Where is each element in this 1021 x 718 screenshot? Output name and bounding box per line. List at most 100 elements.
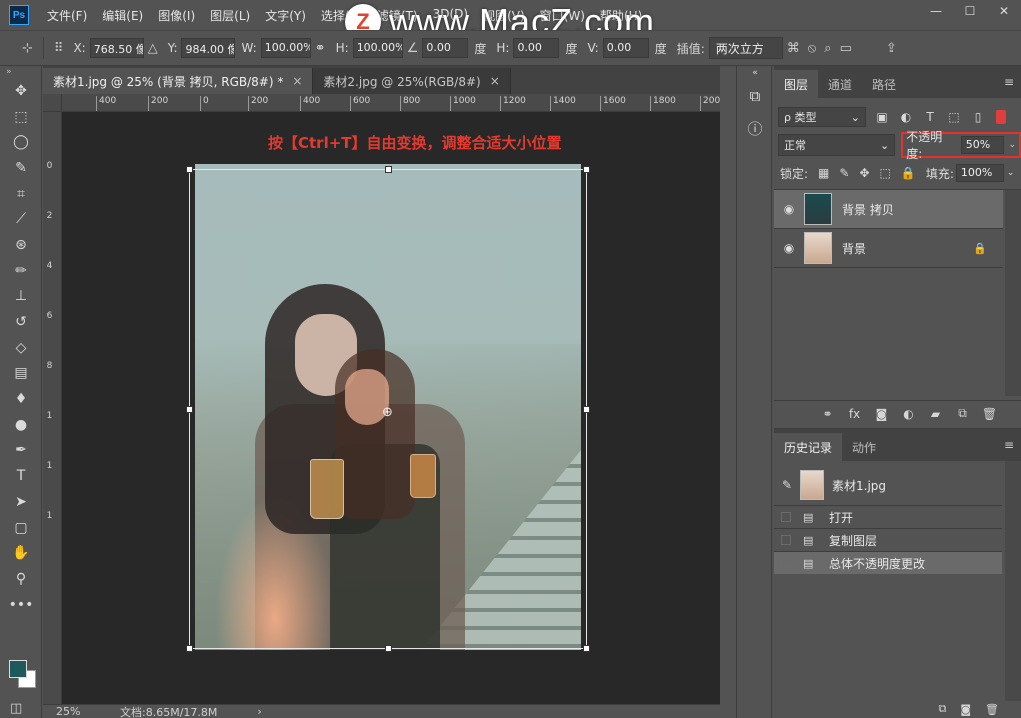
- delete-state-icon[interactable]: 🗑: [985, 703, 999, 716]
- share-icon[interactable]: ⇪: [886, 41, 897, 56]
- opacity-slider-chevron-icon[interactable]: ⌄: [1008, 140, 1016, 150]
- zoom-tool-icon[interactable]: ⚲: [0, 566, 42, 592]
- menu-select[interactable]: 选择(S): [321, 7, 362, 24]
- eyedropper-tool-icon[interactable]: ⟋: [0, 206, 42, 232]
- history-item[interactable]: ▤ 复制图层: [774, 528, 1002, 551]
- properties-panel-icon[interactable]: ⧉: [737, 80, 773, 112]
- new-layer-icon[interactable]: ⧉: [949, 406, 976, 421]
- filter-type-icon[interactable]: T: [922, 110, 938, 124]
- menu-filter[interactable]: 滤镜(T): [377, 7, 418, 24]
- lock-image-icon[interactable]: ✎: [839, 166, 849, 180]
- new-snapshot-icon[interactable]: ◙: [960, 703, 971, 716]
- toolbar-collapse-icon[interactable]: »: [0, 66, 41, 78]
- crop-tool-icon[interactable]: ⌗: [0, 181, 42, 207]
- filter-shape-icon[interactable]: ⬚: [946, 110, 962, 124]
- transform-handle-bottom-left[interactable]: [186, 645, 193, 652]
- type-tool-icon[interactable]: T: [0, 463, 42, 489]
- transform-handle-top-right[interactable]: [583, 166, 590, 173]
- transform-handle-top-left[interactable]: [186, 166, 193, 173]
- tab-channels[interactable]: 通道: [818, 70, 862, 98]
- close-tab-icon[interactable]: ×: [292, 74, 302, 88]
- hskew-field[interactable]: 0.00: [513, 38, 560, 58]
- history-item-current[interactable]: ▤ 总体不透明度更改: [774, 551, 1002, 574]
- fill-field[interactable]: 100%: [955, 164, 1004, 182]
- more-tools-icon[interactable]: •••: [0, 592, 42, 618]
- visibility-eye-icon[interactable]: ◉: [774, 202, 804, 216]
- w-field[interactable]: 100.00%: [260, 38, 311, 58]
- angle-field[interactable]: 0.00: [422, 38, 469, 58]
- eraser-tool-icon[interactable]: ◇: [0, 335, 42, 361]
- cancel-transform-icon[interactable]: ⦸: [808, 41, 816, 56]
- layer-row-background-copy[interactable]: ◉ 背景 拷贝: [774, 190, 1003, 229]
- menu-help[interactable]: 帮助(H): [600, 7, 642, 24]
- history-checkbox[interactable]: [781, 558, 791, 568]
- link-icon[interactable]: ⚭: [315, 41, 326, 56]
- history-checkbox[interactable]: [781, 512, 791, 522]
- y-field[interactable]: 984.00 像素: [181, 38, 236, 58]
- history-brush-source-icon[interactable]: ✎: [774, 478, 800, 492]
- history-checkbox[interactable]: [781, 535, 791, 545]
- new-group-icon[interactable]: ▰: [922, 407, 949, 421]
- hand-tool-icon[interactable]: ✋: [0, 540, 42, 566]
- lock-position-icon[interactable]: ✥: [859, 166, 869, 180]
- close-tab-icon[interactable]: ×: [490, 74, 500, 88]
- zoom-level[interactable]: 25%: [56, 705, 106, 718]
- menu-window[interactable]: 窗口(W): [540, 7, 585, 24]
- document-tab-1[interactable]: 素材1.jpg @ 25% (背景 拷贝, RGB/8#) * ×: [43, 68, 314, 94]
- lock-artboard-icon[interactable]: ⬚: [880, 166, 891, 180]
- menu-file[interactable]: 文件(F): [47, 7, 87, 24]
- link-layers-icon[interactable]: ⚭: [814, 407, 841, 421]
- transform-handle-bottom[interactable]: [385, 645, 392, 652]
- menu-view[interactable]: 视图(V): [483, 7, 525, 24]
- panel-menu-icon[interactable]: ≡: [1004, 438, 1014, 452]
- new-document-from-state-icon[interactable]: ⧉: [938, 702, 946, 716]
- gradient-tool-icon[interactable]: ▤: [0, 361, 42, 387]
- close-button[interactable]: ✕: [987, 0, 1021, 22]
- visibility-eye-icon[interactable]: ◉: [774, 241, 804, 255]
- lasso-tool-icon[interactable]: ◯: [0, 129, 42, 155]
- transform-handle-right[interactable]: [583, 406, 590, 413]
- filter-smart-object-icon[interactable]: ▯: [970, 110, 986, 124]
- transform-handle-bottom-right[interactable]: [583, 645, 590, 652]
- lock-all-icon[interactable]: 🔒: [901, 166, 916, 180]
- tab-history[interactable]: 历史记录: [774, 433, 843, 461]
- history-scrollbar[interactable]: [1005, 461, 1021, 701]
- tab-paths[interactable]: 路径: [862, 70, 906, 98]
- filter-adjustment-icon[interactable]: ◐: [898, 110, 914, 124]
- history-item[interactable]: ▤ 打开: [774, 505, 1002, 528]
- layers-scrollbar[interactable]: [1005, 190, 1021, 396]
- reference-point-icon[interactable]: ⠿: [54, 41, 64, 56]
- transform-handle-top[interactable]: [385, 166, 392, 173]
- foreground-color-swatch[interactable]: [9, 660, 27, 678]
- pen-tool-icon[interactable]: ✒: [0, 438, 42, 464]
- layer-filter-select[interactable]: ρ 类型 ⌄: [778, 107, 866, 127]
- menu-type[interactable]: 文字(Y): [265, 7, 306, 24]
- add-mask-icon[interactable]: ◙: [868, 407, 895, 421]
- delta-icon[interactable]: △: [148, 41, 158, 56]
- canvas-area[interactable]: 按【Ctrl+T】自由变换，调整合适大小位置 ⊕: [62, 112, 720, 704]
- move-tool-icon[interactable]: ✥: [0, 78, 42, 104]
- quick-select-tool-icon[interactable]: ✎: [0, 155, 42, 181]
- path-select-tool-icon[interactable]: ➤: [0, 489, 42, 515]
- fill-chevron-icon[interactable]: ⌄: [1007, 168, 1015, 178]
- h-field[interactable]: 100.00%: [352, 38, 403, 58]
- menu-3d[interactable]: 3D(D): [433, 7, 468, 24]
- adjustment-layer-icon[interactable]: ◐: [895, 407, 922, 421]
- lock-transparent-icon[interactable]: ▦: [818, 166, 829, 180]
- workspace-icon[interactable]: ▭: [840, 41, 852, 56]
- status-menu-icon[interactable]: ›: [257, 705, 261, 718]
- brush-tool-icon[interactable]: ✏: [0, 258, 42, 284]
- stamp-tool-icon[interactable]: ⊥: [0, 284, 42, 310]
- shape-tool-icon[interactable]: ▢: [0, 515, 42, 541]
- minimize-button[interactable]: —: [919, 0, 953, 22]
- warp-icon[interactable]: ⌘: [787, 41, 800, 56]
- filter-pixel-icon[interactable]: ▣: [874, 110, 890, 124]
- layer-style-icon[interactable]: fx: [841, 407, 868, 421]
- layer-row-background[interactable]: ◉ 背景 🔒: [774, 229, 1003, 268]
- maximize-button[interactable]: ☐: [953, 0, 987, 22]
- vertical-ruler[interactable]: 0 2 4 6 8 1 1 1: [43, 112, 62, 704]
- document-tab-2[interactable]: 素材2.jpg @ 25%(RGB/8#) ×: [313, 68, 511, 94]
- marquee-tool-icon[interactable]: ⬚: [0, 104, 42, 130]
- delete-layer-icon[interactable]: 🗑: [976, 407, 1003, 421]
- tab-actions[interactable]: 动作: [842, 433, 886, 461]
